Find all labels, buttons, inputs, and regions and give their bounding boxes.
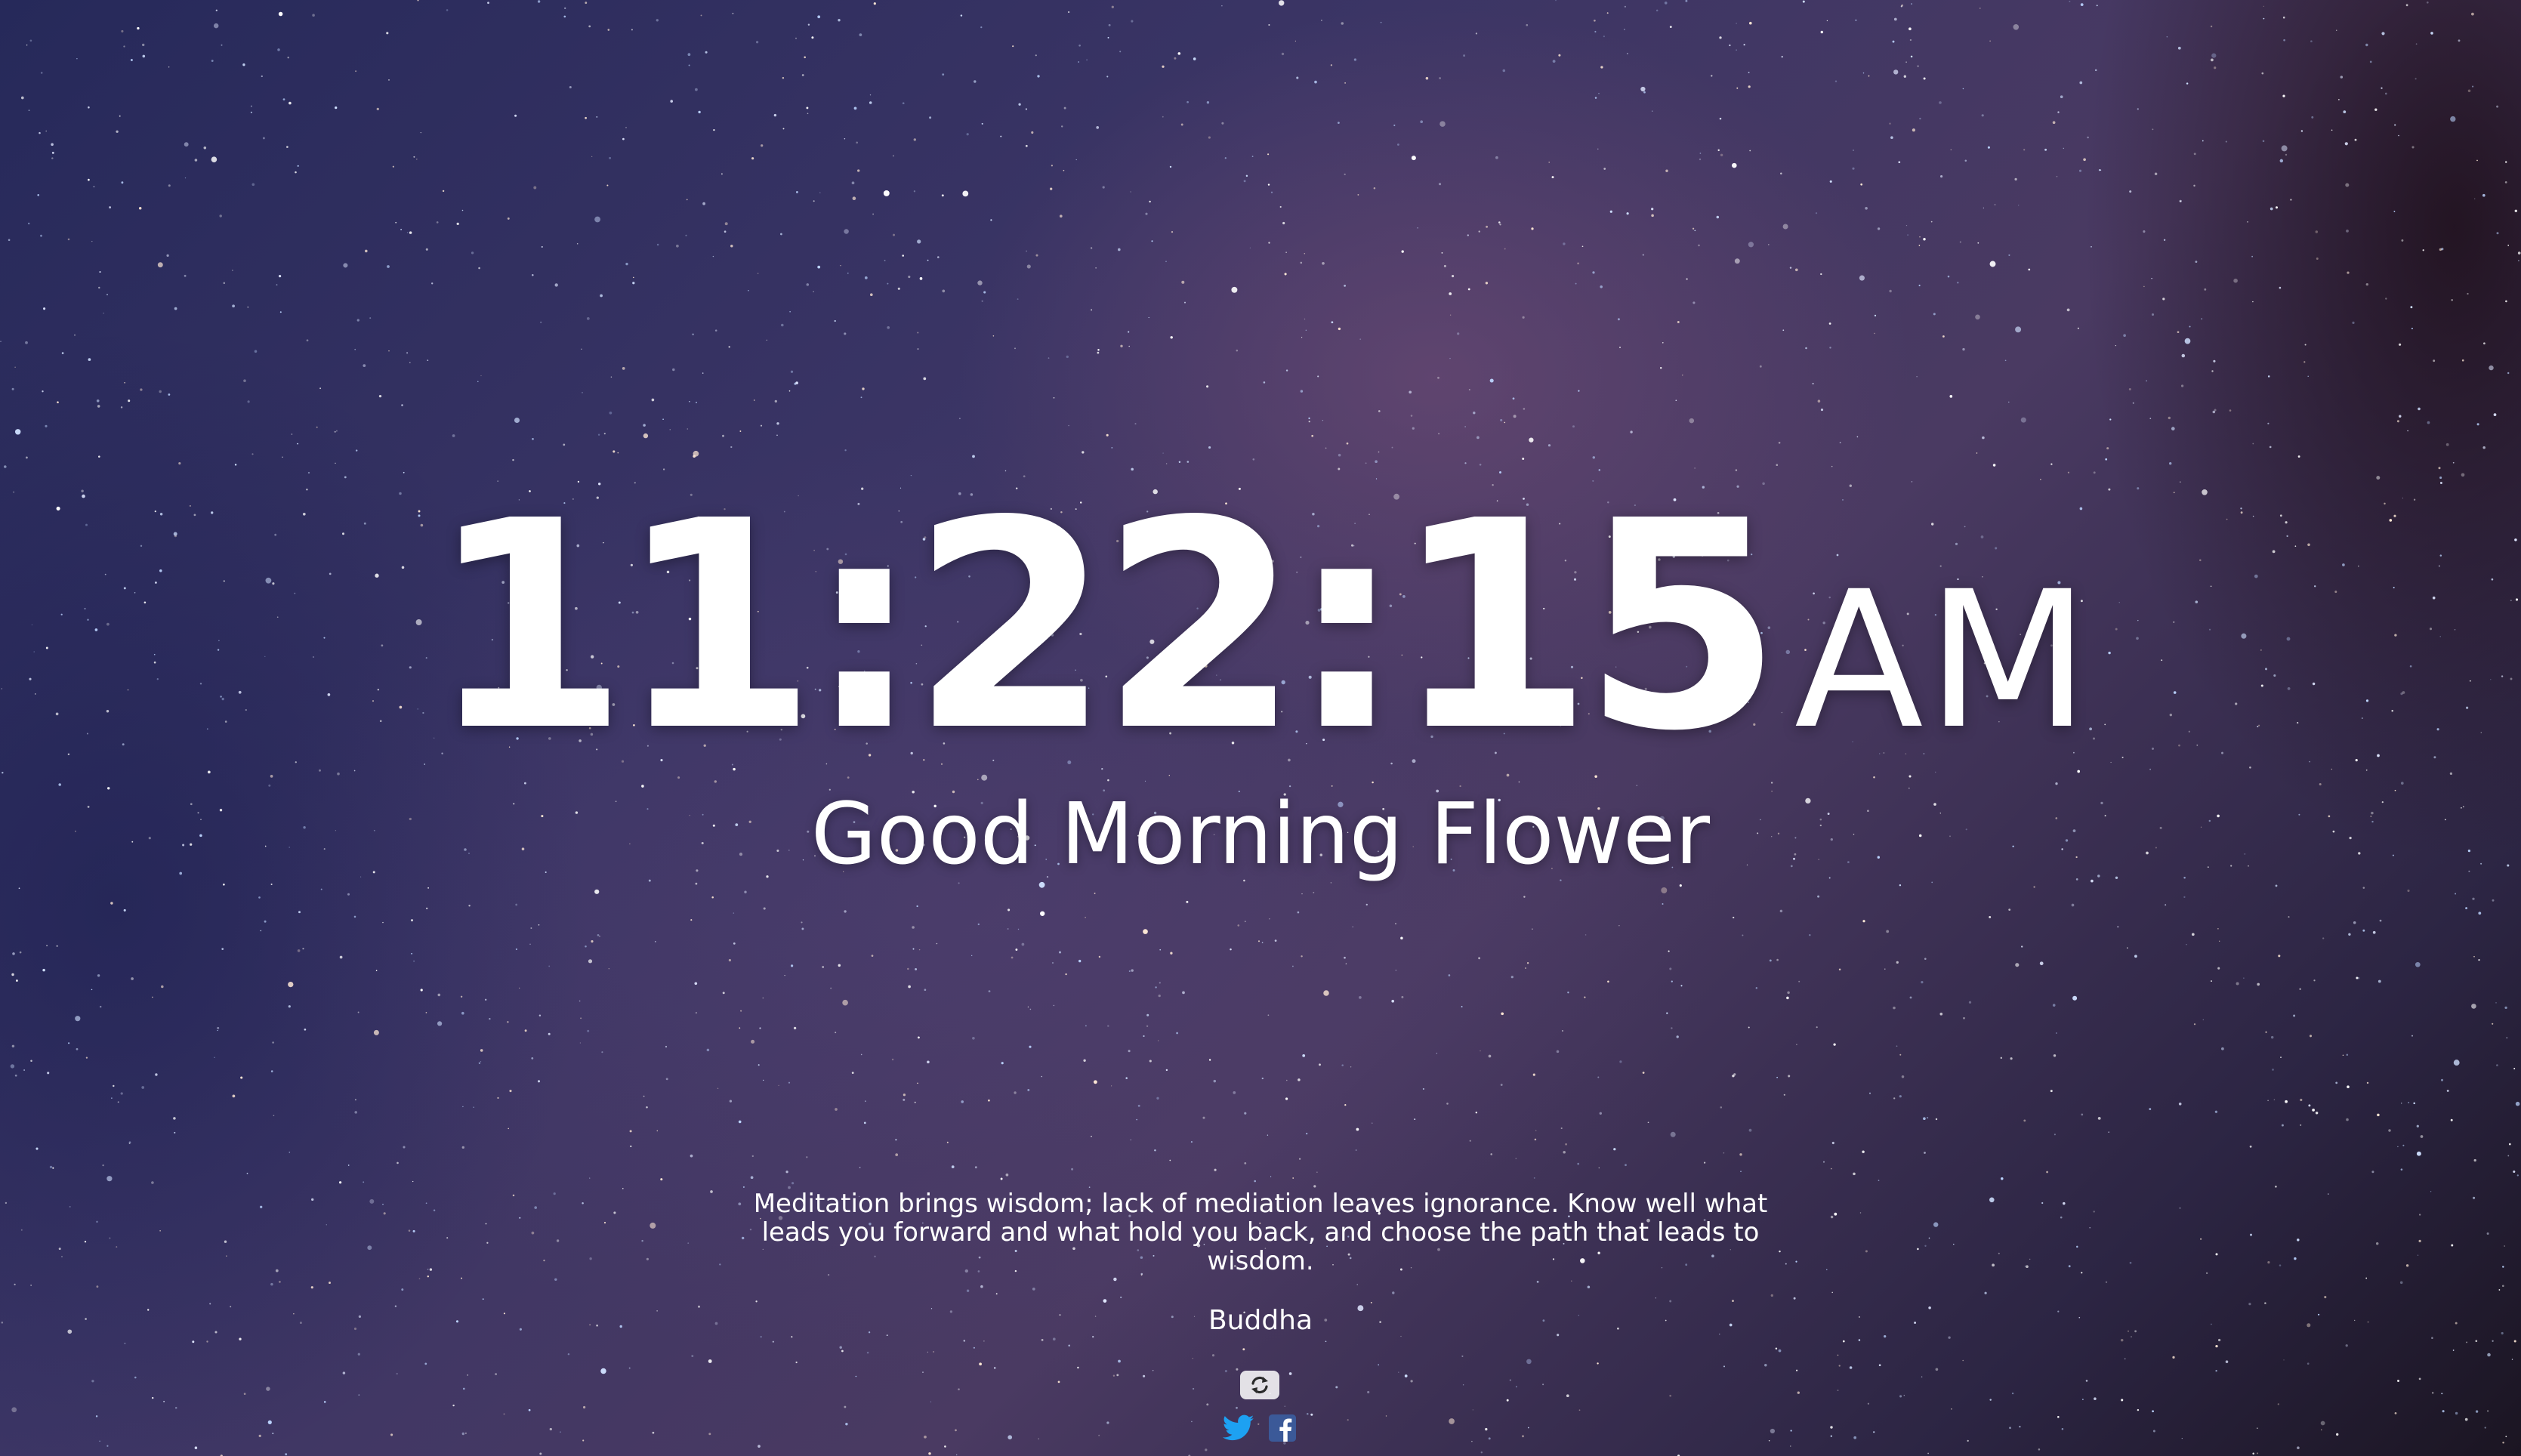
- quote-block: Meditation brings wisdom; lack of mediat…: [725, 1189, 1796, 1336]
- quote-author: Buddha: [1208, 1305, 1313, 1336]
- quote-text: Meditation brings wisdom; lack of mediat…: [753, 1189, 1768, 1276]
- twitter-icon: [1223, 1414, 1254, 1441]
- facebook-icon: [1269, 1414, 1296, 1442]
- greeting-text: Good Morning Flower: [810, 785, 1711, 884]
- refresh-icon: [1251, 1376, 1268, 1394]
- refresh-quote-button[interactable]: [1240, 1371, 1279, 1399]
- clock-time: 11:22:15: [428, 459, 1782, 794]
- share-facebook-button[interactable]: [1266, 1411, 1299, 1445]
- share-twitter-button[interactable]: [1222, 1411, 1255, 1445]
- clock-period: AM: [1794, 551, 2093, 770]
- clock: 11:22:15 AM: [0, 483, 2521, 770]
- share-buttons: [1222, 1411, 1299, 1445]
